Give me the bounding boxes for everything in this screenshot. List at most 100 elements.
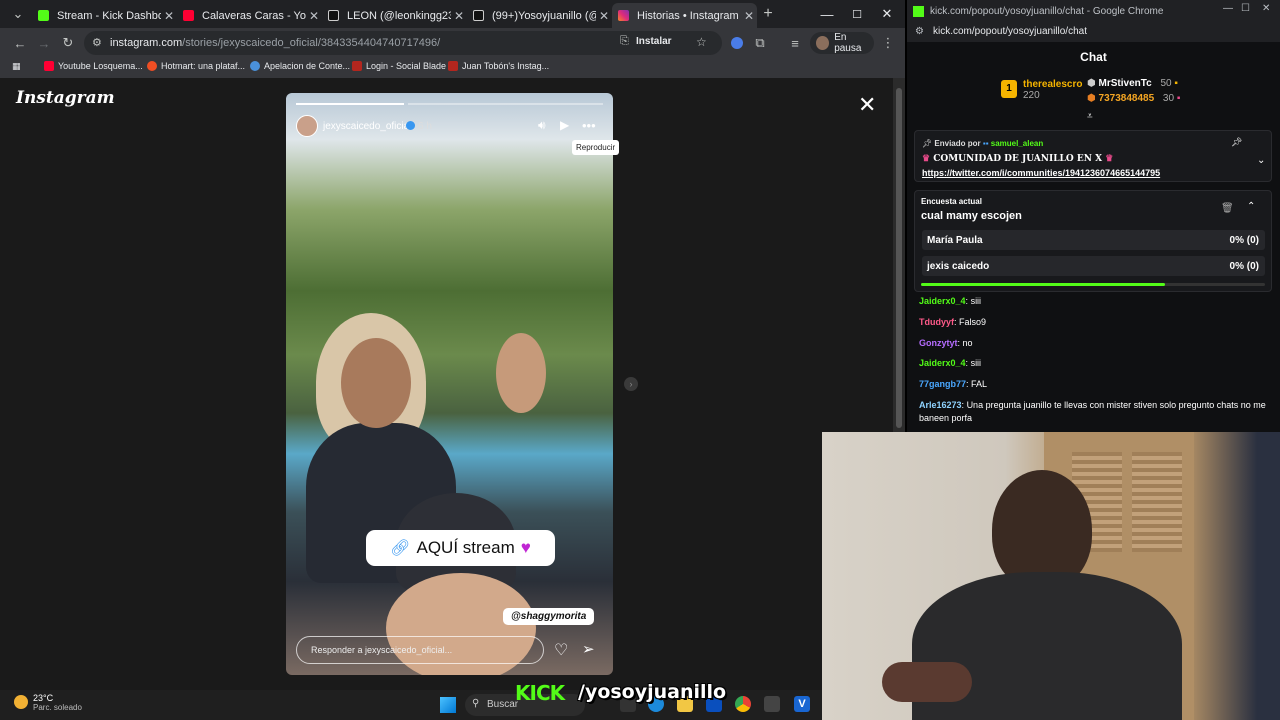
menu-kebab-icon[interactable]: ⋮ <box>878 33 898 53</box>
app-icon[interactable] <box>764 696 780 712</box>
leader-2[interactable]: ⬢ MrStivenTc 50 ▪ <box>1087 78 1178 89</box>
story-media[interactable]: jexyscaicedo_oficial 6 h 🔊︎ ▶ ••• 🔗︎ AQU… <box>286 93 613 675</box>
close-tab-icon[interactable]: ✕ <box>306 9 322 23</box>
chevron-up-icon[interactable]: ⌃ <box>1247 201 1255 212</box>
story-progress-done <box>296 103 404 105</box>
tab-instagram-stories[interactable]: Historias • Instagram ✕ <box>612 3 757 28</box>
volume-icon[interactable]: 🔊︎ <box>538 118 546 133</box>
chat-message: Jaiderx0_4: siii <box>919 296 982 306</box>
video-editor-icon[interactable]: V <box>794 696 810 712</box>
minimize-icon[interactable]: — <box>1223 3 1233 14</box>
pinned-message[interactable]: 📌︎ Enviado por ▪▪ samuel_alean ♛ COMUNID… <box>914 130 1272 182</box>
pin-icon[interactable]: 📌︎ <box>1231 137 1242 148</box>
chat-username: Jaiderx0_4 <box>919 296 966 306</box>
chevron-down-icon[interactable]: ⌄ <box>1257 155 1265 166</box>
more-options-icon[interactable]: ••• <box>582 118 596 133</box>
chrome-icon[interactable] <box>735 696 751 712</box>
poll-option-2[interactable]: jexis caicedo 0% (0) <box>922 256 1265 276</box>
close-window-icon[interactable]: ✕ <box>1262 3 1270 14</box>
send-icon[interactable]: ➢ <box>582 640 595 658</box>
tab-title: Calaveras Caras - YouTube <box>202 9 306 22</box>
weather-widget[interactable]: 23°C Parc. soleado <box>33 693 82 712</box>
site-info-icon[interactable]: ⚙ <box>915 26 924 37</box>
close-window-icon[interactable]: ✕ <box>872 0 902 28</box>
profile-paused-button[interactable]: En pausa <box>810 32 874 54</box>
kick-chat-window: kick.com/popout/yosoyjuanillo/chat - Goo… <box>907 0 1280 432</box>
kick-icon <box>38 10 49 21</box>
forward-icon[interactable]: → <box>34 33 54 53</box>
bookmark-socialblade[interactable]: Login - Social Blade <box>352 61 446 71</box>
chat-username: Tdudyyf <box>919 317 954 327</box>
install-button[interactable]: Instalar <box>636 36 672 47</box>
pinned-sender: 📌︎ Enviado por ▪▪ samuel_alean <box>922 139 1044 148</box>
heart-emoji-icon: ♥ <box>520 538 531 557</box>
play-icon[interactable]: ▶ <box>560 118 569 132</box>
like-heart-icon[interactable]: ♡ <box>554 640 568 660</box>
address-bar[interactable]: ⚙ instagram.com/stories/jexyscaicedo_ofi… <box>84 31 722 55</box>
tab-youtube[interactable]: Calaveras Caras - YouTube ✕ <box>177 3 322 28</box>
bookmark-star-icon[interactable]: ☆ <box>696 35 707 49</box>
avatar[interactable] <box>296 115 318 137</box>
windows-start-icon[interactable] <box>440 697 456 713</box>
extensions-puzzle-icon[interactable]: ⧉ <box>750 33 770 53</box>
kick-overlay-handle: /yosoyjuanillo <box>578 681 727 703</box>
streamer-hand <box>882 662 972 702</box>
pinned-link[interactable]: https://twitter.com/i/communities/194123… <box>922 168 1160 178</box>
site-info-icon[interactable]: ⚙ <box>92 36 102 49</box>
person-face <box>341 338 411 428</box>
story-username[interactable]: jexyscaicedo_oficial <box>323 121 411 132</box>
youtube-icon <box>183 10 194 21</box>
chat-message: Tdudyyf: Falso9 <box>919 317 987 327</box>
poll-timer-bar <box>921 283 1166 286</box>
url-text: kick.com/popout/yosoyjuanillo/chat <box>933 26 1087 37</box>
poll-question: cual mamy escojen <box>921 210 1022 222</box>
minimize-icon[interactable]: — <box>812 0 842 28</box>
expand-leaderboard-icon[interactable]: ⩡ <box>1087 111 1093 122</box>
link-sticker[interactable]: 🔗︎ AQUÍ stream ♥ <box>366 530 555 566</box>
apps-grid-icon[interactable]: ▦ <box>12 61 21 72</box>
maximize-icon[interactable]: ☐ <box>842 0 872 28</box>
chat-message: Jaiderx0_4: siii <box>919 358 982 368</box>
tiktok-icon <box>473 10 484 21</box>
tab-tiktok-leon[interactable]: LEON (@leonkingg23) está ✕ <box>322 3 467 28</box>
bookmark-hotmart[interactable]: Hotmart: una plataf... <box>147 61 245 71</box>
chat-username: Gonzytyt <box>919 338 958 348</box>
instagram-logo[interactable]: Instagram <box>16 88 115 108</box>
next-story-icon[interactable]: › <box>624 377 638 391</box>
bookmark-apelacion[interactable]: Apelacion de Conte... <box>250 61 350 71</box>
tab-title: Historias • Instagram <box>637 9 739 22</box>
close-story-icon[interactable]: ✕ <box>858 92 876 118</box>
pinned-text: ♛ COMUNIDAD DE JUANILLO EN X ♛ <box>922 154 1114 164</box>
badge-icon: ⬢ <box>1087 78 1099 89</box>
leader-1[interactable]: therealescro 220 <box>1023 79 1082 101</box>
close-tab-icon[interactable]: ✕ <box>741 9 757 23</box>
mention-sticker[interactable]: @shaggymorita <box>503 608 595 625</box>
close-tab-icon[interactable]: ✕ <box>161 9 177 23</box>
close-tab-icon[interactable]: ✕ <box>451 9 467 23</box>
browser-toolbar: ← → ↻ ⚙ instagram.com/stories/jexyscaice… <box>0 28 905 58</box>
reload-icon[interactable]: ↻ <box>58 33 78 53</box>
bookmarks-bar: ▦ Youtube Losquema... Hotmart: una plata… <box>0 58 905 78</box>
maximize-icon[interactable]: ☐ <box>1241 3 1250 14</box>
window-title: kick.com/popout/yosoyjuanillo/chat - Goo… <box>930 5 1164 17</box>
story-progress-remaining <box>408 103 603 105</box>
link-icon: 🔗︎ <box>390 540 411 557</box>
reply-input[interactable]: Responder a jexyscaicedo_oficial... <box>296 636 544 664</box>
tab-search-icon[interactable]: ⌄ <box>8 4 28 24</box>
popout-url-bar[interactable]: ⚙ kick.com/popout/yosoyjuanillo/chat <box>907 22 1280 42</box>
tab-kick-dashboard[interactable]: Stream - Kick Dashboard ✕ <box>32 3 177 28</box>
close-tab-icon[interactable]: ✕ <box>596 9 612 23</box>
leader-3[interactable]: ⬢ 7373848485 30 ▪ <box>1087 93 1180 104</box>
bookmark-juan-tobon[interactable]: Juan Tobón's Instag... <box>448 61 549 71</box>
trash-icon[interactable]: 🗑︎ <box>1221 203 1234 214</box>
tab-title: Stream - Kick Dashboard <box>57 9 161 22</box>
back-icon[interactable]: ← <box>10 33 30 53</box>
poll-option-1[interactable]: María Paula 0% (0) <box>922 230 1265 250</box>
media-controls-icon[interactable]: ≡ <box>785 33 805 53</box>
chat-message: Gonzytyt: no <box>919 338 973 348</box>
tab-tiktok-yosoyjuanillo[interactable]: (99+)Yosoyjuanillo (@yosoy ✕ <box>467 3 612 28</box>
bookmark-youtube[interactable]: Youtube Losquema... <box>44 61 143 71</box>
new-tab-icon[interactable]: + <box>758 4 778 24</box>
extension-icon[interactable] <box>727 33 747 53</box>
weather-sun-icon <box>14 695 28 709</box>
